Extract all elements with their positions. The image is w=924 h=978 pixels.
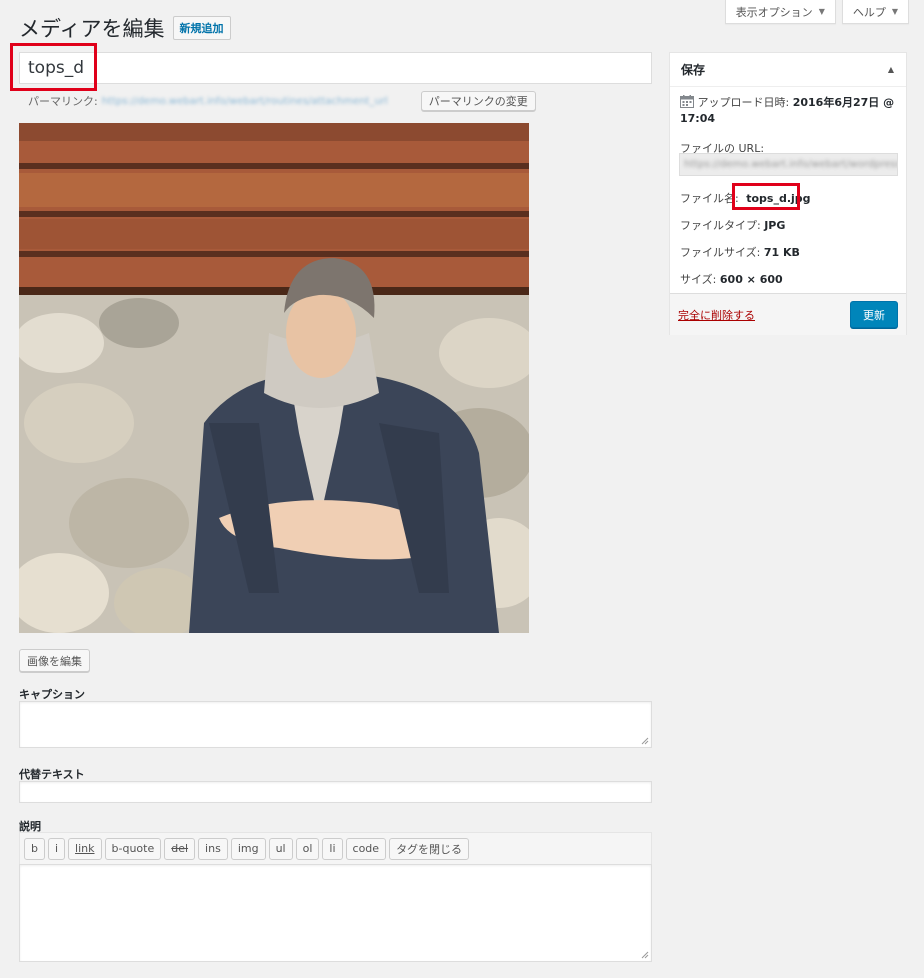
display-options-toggle[interactable]: 表示オプション ▼ xyxy=(724,0,836,24)
file-name-row: ファイル名: tops_d.jpg xyxy=(680,190,896,206)
delete-permanently-link[interactable]: 完全に削除する xyxy=(678,307,755,323)
qt-close-tags-button[interactable]: タグを閉じる xyxy=(389,837,470,860)
file-name-label: ファイル名: xyxy=(680,192,739,205)
save-metabox-header[interactable]: 保存 ▲ xyxy=(670,53,906,87)
caption-label: キャプション xyxy=(19,688,85,701)
qt-italic-button[interactable]: i xyxy=(47,837,66,860)
upload-time-value: 17:04 xyxy=(680,112,716,125)
screen-meta-links: 表示オプション ▼ ヘルプ ▼ xyxy=(724,0,909,24)
save-metabox: 保存 ▲ アップロード日時: 2016年6月27日 @ 17:04 ファイルの … xyxy=(669,52,907,335)
qt-ol-button[interactable]: ol xyxy=(295,837,320,860)
caret-down-icon: ▼ xyxy=(818,7,825,16)
upload-date-row: アップロード日時: 2016年6月27日 @ 17:04 xyxy=(680,95,896,127)
dimensions-row: サイズ: 600 × 600 xyxy=(680,271,896,287)
display-options-label: 表示オプション xyxy=(735,5,813,19)
calendar-icon xyxy=(680,95,694,108)
description-textarea[interactable] xyxy=(19,864,652,962)
save-metabox-title: 保存 xyxy=(681,63,706,77)
file-size-label: ファイルサイズ: xyxy=(680,246,761,259)
permalink-row: パーマリンク: https://demo.webart.info/webart/… xyxy=(28,91,536,111)
change-permalink-button[interactable]: パーマリンクの変更 xyxy=(420,91,536,111)
help-label: ヘルプ xyxy=(852,5,886,19)
file-type-row: ファイルタイプ: JPG xyxy=(680,217,896,233)
file-type-value: JPG xyxy=(764,219,786,232)
toggle-up-icon[interactable]: ▲ xyxy=(888,65,894,74)
media-photo xyxy=(19,123,529,633)
file-size-value: 71 KB xyxy=(763,246,800,259)
file-size-row: ファイルサイズ: 71 KB xyxy=(680,244,896,260)
permalink-url[interactable]: https://demo.webart.info/webart/routines… xyxy=(102,96,417,107)
alt-text-input[interactable] xyxy=(19,781,652,803)
alt-text-label: 代替テキスト xyxy=(19,768,85,781)
resize-grip-icon[interactable] xyxy=(641,951,649,959)
caret-down-icon: ▼ xyxy=(891,7,898,16)
page-header: メディアを編集 新規追加 xyxy=(19,13,231,43)
page-title: メディアを編集 xyxy=(19,17,165,41)
update-button[interactable]: 更新 xyxy=(850,301,898,328)
dimensions-label: サイズ: xyxy=(680,273,717,286)
qt-li-button[interactable]: li xyxy=(322,837,343,860)
qt-ul-button[interactable]: ul xyxy=(268,837,293,860)
upload-date-value: 2016年6月27日 @ xyxy=(792,96,895,109)
file-url-field[interactable]: https://demo.webart.info/webart/wordpres… xyxy=(679,153,898,176)
help-toggle[interactable]: ヘルプ ▼ xyxy=(841,0,909,24)
resize-grip-icon[interactable] xyxy=(641,737,649,745)
major-publishing-actions: 完全に削除する 更新 xyxy=(670,293,906,335)
file-url-value: https://demo.webart.info/webart/wordpres… xyxy=(684,159,897,170)
upload-date-label: アップロード日時: xyxy=(697,96,790,109)
permalink-label: パーマリンク: xyxy=(28,95,98,108)
dimensions-value: 600 × 600 xyxy=(719,273,783,286)
edit-image-button[interactable]: 画像を編集 xyxy=(19,649,90,672)
media-image xyxy=(19,123,529,633)
qt-code-button[interactable]: code xyxy=(345,837,387,860)
qt-bold-button[interactable]: b xyxy=(24,837,45,860)
add-new-button[interactable]: 新規追加 xyxy=(172,16,231,40)
qt-img-button[interactable]: img xyxy=(230,837,266,860)
quicktags-toolbar: b i link b-quote del ins img ul ol li co… xyxy=(19,832,652,864)
title-wrap: tops_d xyxy=(19,52,652,84)
title-input[interactable]: tops_d xyxy=(19,52,652,84)
file-type-label: ファイルタイプ: xyxy=(680,219,761,232)
qt-blockquote-button[interactable]: b-quote xyxy=(104,837,162,860)
qt-link-button[interactable]: link xyxy=(68,837,102,860)
file-name-value: tops_d.jpg xyxy=(746,192,811,205)
qt-ins-button[interactable]: ins xyxy=(198,837,228,860)
caption-textarea[interactable] xyxy=(19,701,652,748)
qt-del-button[interactable]: del xyxy=(164,837,196,860)
